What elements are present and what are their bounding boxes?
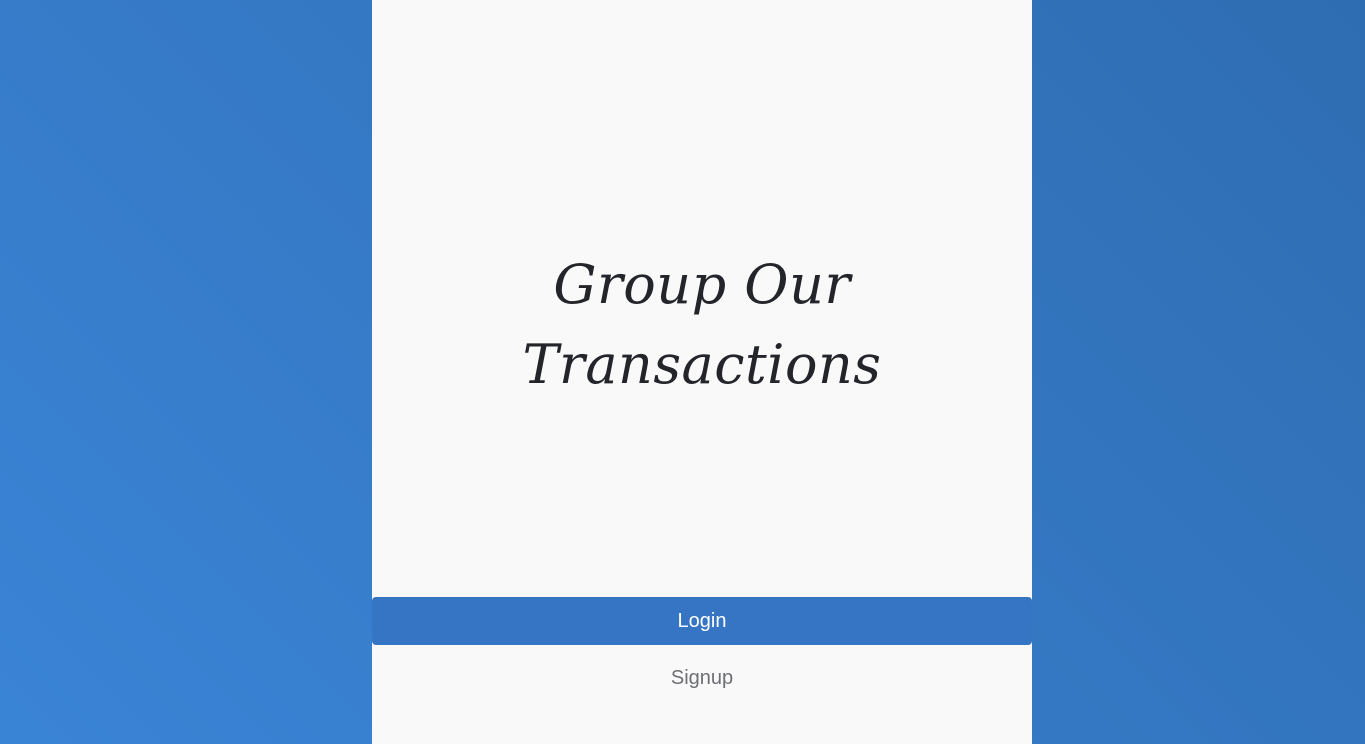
login-button[interactable]: Login xyxy=(372,597,1032,645)
app-title: Group Our Transactions xyxy=(522,253,882,396)
landing-panel: Group Our Transactions Login Signup xyxy=(372,0,1032,744)
signup-link[interactable]: Signup xyxy=(372,660,1032,696)
